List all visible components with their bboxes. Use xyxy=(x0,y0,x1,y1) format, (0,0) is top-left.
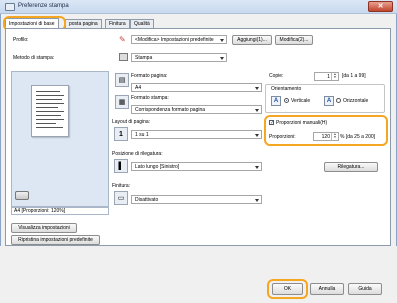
finishing-icon: ▭ xyxy=(114,191,128,205)
copies-spinner[interactable]: 1 ▲ ▼ xyxy=(314,72,339,81)
text-line xyxy=(36,107,58,108)
portrait-label: Verticale xyxy=(291,98,311,104)
landscape-icon: A xyxy=(324,96,334,106)
preview-status: A4 [Proporzioni: 120%] xyxy=(11,207,109,215)
page-layout-label: Layout di pagina: xyxy=(112,119,151,125)
output-method-label: Metodo di stampa: xyxy=(13,55,55,61)
binding-location-select[interactable]: Lato lungo [Sinistro] xyxy=(131,162,262,171)
paper-size-value: A4 xyxy=(135,85,142,91)
copies-value: 1 xyxy=(327,74,330,80)
text-line xyxy=(36,95,64,96)
paper-size-icon: ▤ xyxy=(115,73,129,87)
landscape-label: Orizzontale xyxy=(343,98,369,104)
profile-select[interactable]: <Modifica> Impostazioni predefinite xyxy=(131,35,227,44)
text-line xyxy=(36,127,63,128)
preview-page xyxy=(31,85,69,137)
printer-device-icon xyxy=(15,191,29,200)
printer-icon xyxy=(119,53,128,61)
text-line xyxy=(36,123,56,124)
page-layout-icon: 1 xyxy=(114,127,128,141)
landscape-radio[interactable] xyxy=(336,98,341,103)
portrait-icon: A xyxy=(271,96,281,106)
text-line xyxy=(36,91,60,92)
paper-size-label: Formato pagina: xyxy=(131,73,168,79)
finishing-select[interactable]: Disattivato xyxy=(131,195,262,204)
chevron-down-icon xyxy=(220,39,224,42)
output-size-label: Formato stampa: xyxy=(131,95,169,101)
binding-location-icon: ▌ xyxy=(114,159,128,173)
highlight-ok-button xyxy=(267,279,308,299)
view-settings-button[interactable]: Visualizza impostazioni xyxy=(11,223,77,233)
finishing-label: Finitura: xyxy=(112,183,131,189)
pencil-icon: ✎ xyxy=(119,35,126,44)
edit-profile-button[interactable]: Modifica(2)... xyxy=(275,35,313,45)
page-layout-value: 1 su 1 xyxy=(135,132,149,138)
text-line xyxy=(36,99,62,100)
chevron-down-icon xyxy=(220,57,224,60)
portrait-radio[interactable] xyxy=(284,98,289,103)
highlight-manual-scaling xyxy=(264,115,388,146)
chevron-down-icon xyxy=(255,199,259,202)
chevron-down-icon xyxy=(255,166,259,169)
window-title: Preferenze stampa xyxy=(18,3,69,9)
profile-label: Profilo: xyxy=(13,37,29,43)
copies-label: Copie: xyxy=(269,73,284,79)
chevron-down-icon xyxy=(255,134,259,137)
paper-size-select[interactable]: A4 xyxy=(131,83,262,92)
finishing-value: Disattivato xyxy=(135,197,159,203)
binding-location-label: Posizione di rilegatura: xyxy=(112,151,163,157)
output-size-select[interactable]: Corrispondenza formato pagina xyxy=(131,105,262,114)
add-profile-button[interactable]: Aggiungi(1)... xyxy=(232,35,272,45)
close-window-button[interactable]: ✕ xyxy=(368,1,393,12)
chevron-down-icon xyxy=(255,109,259,112)
cancel-button[interactable]: Annulla xyxy=(310,283,344,295)
text-line xyxy=(36,103,64,104)
text-line xyxy=(36,111,64,112)
copies-range: [da 1 a 99] xyxy=(342,73,366,79)
orientation-label: Orientamento xyxy=(271,86,302,92)
text-line xyxy=(36,119,64,120)
output-size-value: Corrispondenza formato pagina xyxy=(135,107,206,113)
output-method-select[interactable]: Stampa xyxy=(131,53,227,62)
binding-location-value: Lato lungo [Sinistro] xyxy=(135,164,180,170)
output-size-icon: ▦ xyxy=(115,95,129,109)
chevron-down-icon xyxy=(255,87,259,90)
help-button[interactable]: Guida xyxy=(348,283,382,295)
profile-value: <Modifica> Impostazioni predefinite xyxy=(135,37,214,43)
printer-app-icon xyxy=(5,3,15,11)
page-layout-select[interactable]: 1 su 1 xyxy=(131,130,262,139)
output-method-value: Stampa xyxy=(135,55,153,61)
binding-button[interactable]: Rilegatura... xyxy=(324,162,378,172)
text-line xyxy=(36,115,61,116)
spin-arrows-icon[interactable]: ▲ ▼ xyxy=(331,73,338,80)
restore-defaults-button[interactable]: Ripristina impostazioni predefinite xyxy=(11,235,100,245)
